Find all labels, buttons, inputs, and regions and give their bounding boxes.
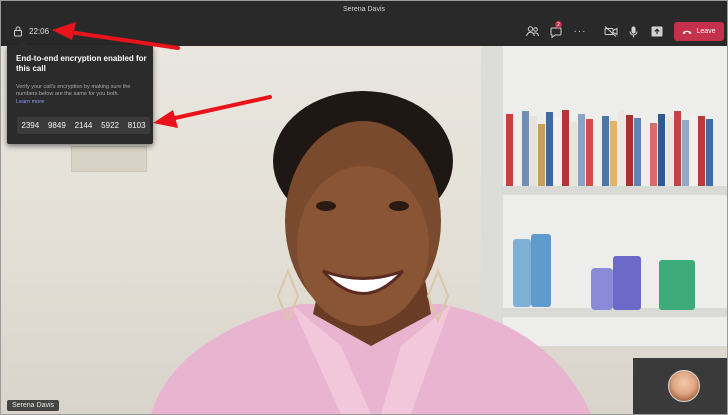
popup-caret <box>17 40 27 45</box>
learn-more-link[interactable]: Learn more <box>16 99 44 105</box>
participant-name-tag: Serena Davis <box>7 400 60 411</box>
leave-label: Leave <box>696 28 716 35</box>
mic-icon[interactable] <box>627 25 639 38</box>
people-icon[interactable] <box>524 25 540 38</box>
teams-call-window: Serena Davis 22:06 2 ··· Leave Serena Da… <box>0 0 728 415</box>
encryption-codes: 2394 9849 2144 5922 8103 <box>17 117 150 134</box>
encryption-description: Verify your call's encryption by making … <box>16 84 131 97</box>
encryption-popup: End-to-end encryption enabled for this c… <box>7 40 153 144</box>
self-avatar <box>668 370 700 402</box>
phone-hangup-icon <box>682 30 692 34</box>
leave-button[interactable]: Leave <box>674 22 724 41</box>
encryption-code: 2394 <box>21 121 40 130</box>
share-icon[interactable] <box>650 25 663 38</box>
call-toolbar: 22:06 2 ··· Leave <box>1 17 727 46</box>
window-title-bar: Serena Davis <box>1 1 727 17</box>
encryption-title: End-to-end encryption enabled for this c… <box>16 54 147 73</box>
camera-off-icon[interactable] <box>603 25 618 38</box>
self-view-tile[interactable] <box>633 358 727 414</box>
more-icon[interactable]: ··· <box>573 25 587 38</box>
encryption-code: 9849 <box>47 121 66 130</box>
window-title: Serena Davis <box>342 5 386 13</box>
encryption-code: 5922 <box>101 121 119 130</box>
chat-badge: 2 <box>555 21 562 28</box>
call-timer: 22:06 <box>29 27 50 36</box>
shield-lock-icon[interactable] <box>12 25 24 38</box>
encryption-code: 8103 <box>127 121 146 130</box>
encryption-code: 2144 <box>74 121 93 130</box>
